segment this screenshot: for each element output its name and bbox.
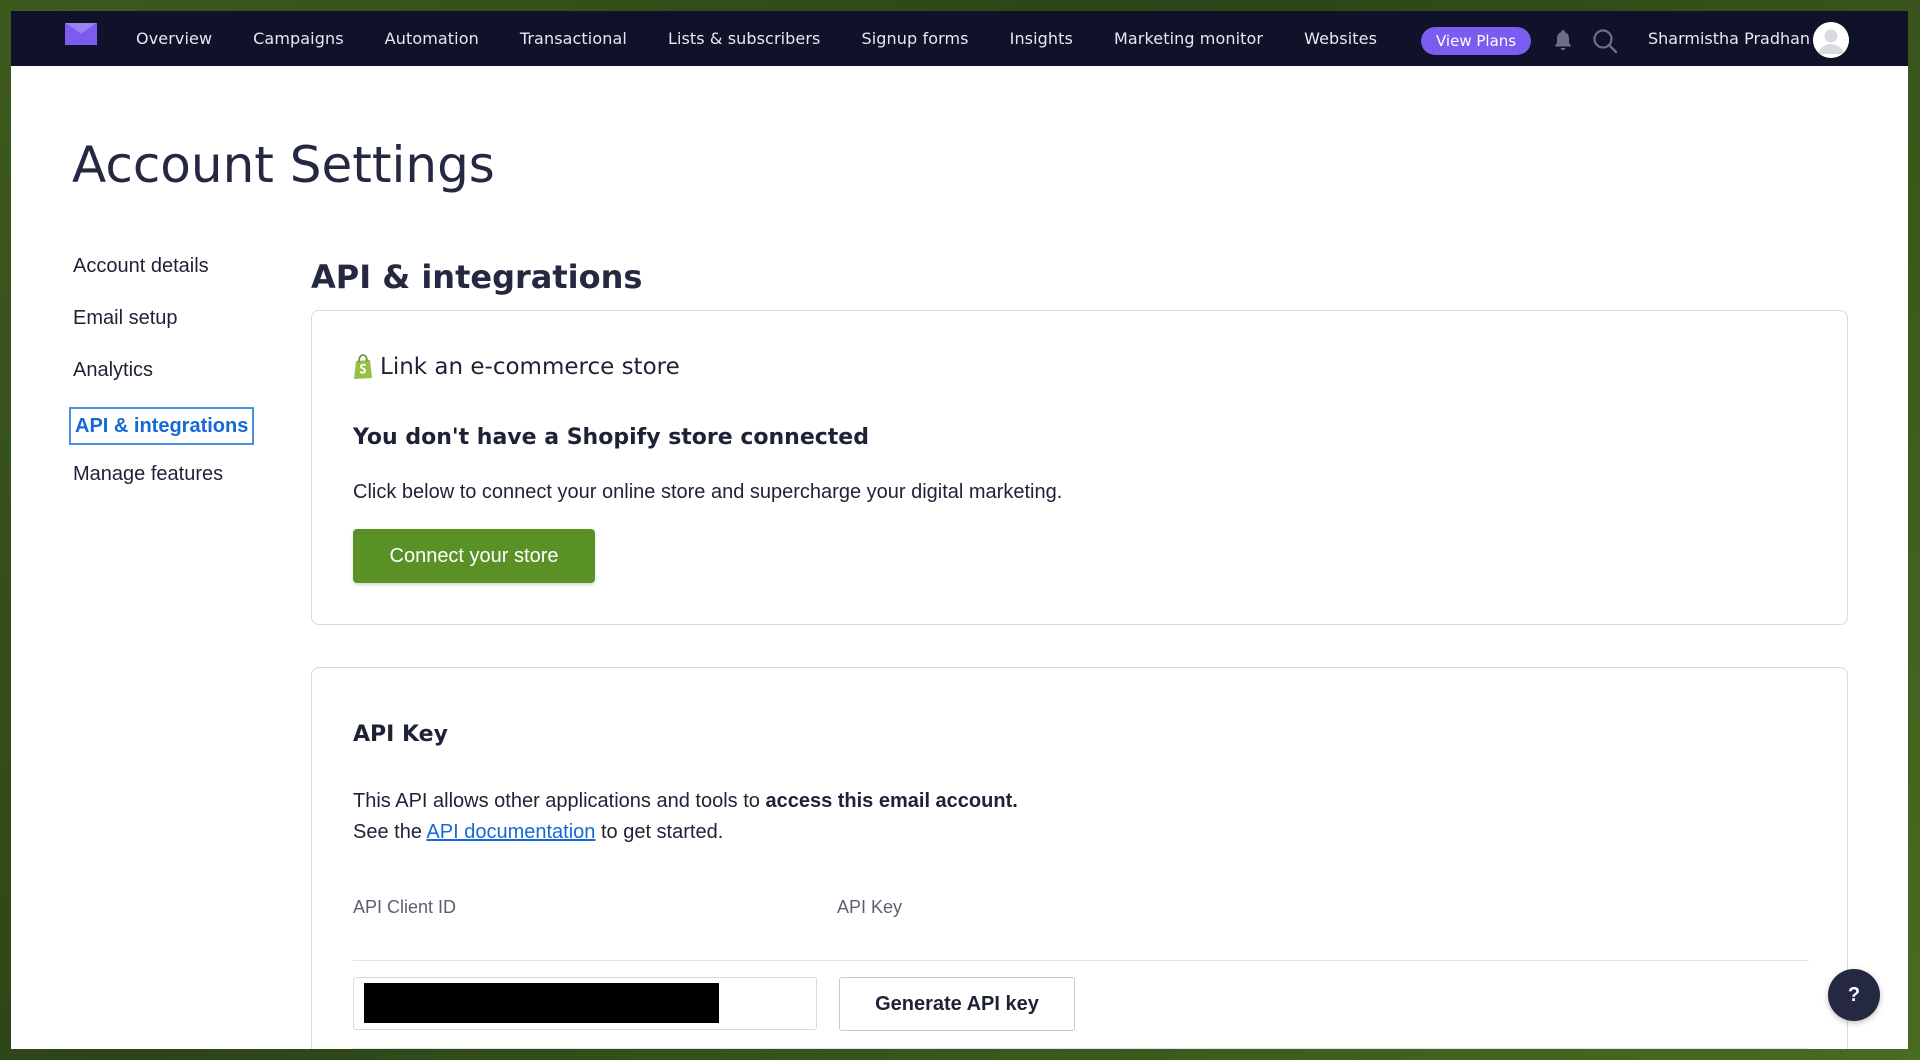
nav-transactional[interactable]: Transactional [520,29,627,48]
sidebar-item-manage-features[interactable]: Manage features [69,459,273,511]
shopify-status-heading: You don't have a Shopify store connected [353,425,869,450]
page-title: Account Settings [72,136,495,194]
nav-insights[interactable]: Insights [1010,29,1073,48]
api-client-id-field[interactable] [353,977,817,1030]
generate-api-key-button[interactable]: Generate API key [839,977,1075,1031]
main-nav: Overview Campaigns Automation Transactio… [136,11,1418,66]
nav-campaigns[interactable]: Campaigns [253,29,344,48]
sidebar-item-email-setup[interactable]: Email setup [69,303,273,355]
search-icon[interactable] [1591,27,1619,55]
api-key-heading: API Key [353,722,448,747]
help-button[interactable]: ? [1828,969,1880,1021]
nav-lists-subscribers[interactable]: Lists & subscribers [668,29,821,48]
divider [353,960,1809,961]
brand-logo-icon[interactable] [65,23,97,45]
api-doc-prefix: See the [353,821,427,843]
api-client-id-label: API Client ID [353,897,457,917]
avatar[interactable] [1813,22,1849,58]
user-avatar-icon [1813,22,1849,58]
sidebar-item-api-integrations[interactable]: API & integrations [69,407,255,445]
api-key-label: API Key [837,897,903,917]
api-key-card: API Key This API allows other applicatio… [311,667,1848,1049]
api-description-line1: This API allows other applications and t… [353,786,1018,816]
nav-signup-forms[interactable]: Signup forms [862,29,969,48]
ecommerce-card: Link an e-commerce store You don't have … [311,310,1848,625]
sidebar-item-analytics[interactable]: Analytics [69,355,273,407]
user-name[interactable]: Sharmistha Pradhan [1648,11,1810,66]
nav-automation[interactable]: Automation [385,29,479,48]
app-window: Overview Campaigns Automation Transactio… [11,11,1908,1049]
ecommerce-heading: Link an e-commerce store [380,354,680,380]
view-plans-button[interactable]: View Plans [1421,27,1532,55]
divider [353,1048,1809,1049]
nav-marketing-monitor[interactable]: Marketing monitor [1114,29,1263,48]
section-title: API & integrations [311,258,643,296]
redacted-value [364,983,719,1023]
sidebar-item-account-details[interactable]: Account details [69,251,273,303]
settings-sidebar: Account details Email setup Analytics AP… [69,251,273,511]
nav-websites[interactable]: Websites [1304,29,1377,48]
api-description-bold: access this email account. [765,790,1018,812]
bell-icon[interactable] [1551,28,1575,52]
top-navigation-bar: Overview Campaigns Automation Transactio… [11,11,1908,66]
api-description-line2: See the API documentation to get started… [353,817,723,847]
shopify-bag-icon [354,354,372,379]
api-description-text: This API allows other applications and t… [353,790,766,812]
connect-store-button[interactable]: Connect your store [353,529,595,583]
api-doc-suffix: to get started. [595,821,724,843]
ecommerce-description: Click below to connect your online store… [353,481,1063,503]
api-documentation-link[interactable]: API documentation [426,821,595,843]
nav-overview[interactable]: Overview [136,29,212,48]
